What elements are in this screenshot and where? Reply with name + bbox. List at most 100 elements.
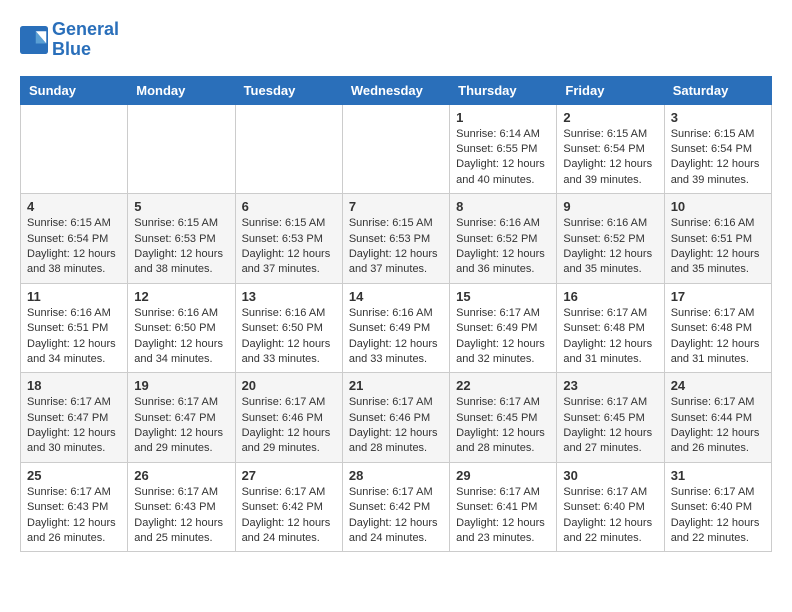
calendar-cell: 28 Sunrise: 6:17 AM Sunset: 6:42 PM Dayli… <box>342 462 449 552</box>
day-number: 28 <box>349 468 443 483</box>
day-number: 16 <box>563 289 657 304</box>
day-info: Sunrise: 6:16 AM Sunset: 6:52 PM Dayligh… <box>563 216 657 278</box>
day-info: Sunrise: 6:15 AM Sunset: 6:54 PM Dayligh… <box>27 216 121 278</box>
day-number: 10 <box>671 199 765 214</box>
calendar-cell: 25 Sunrise: 6:17 AM Sunset: 6:43 PM Dayli… <box>21 462 128 552</box>
day-info: Sunrise: 6:16 AM Sunset: 6:50 PM Dayligh… <box>134 306 228 368</box>
day-number: 4 <box>27 199 121 214</box>
calendar-cell: 13 Sunrise: 6:16 AM Sunset: 6:50 PM Dayli… <box>235 283 342 373</box>
day-info: Sunrise: 6:17 AM Sunset: 6:48 PM Dayligh… <box>671 306 765 368</box>
day-info: Sunrise: 6:15 AM Sunset: 6:53 PM Dayligh… <box>134 216 228 278</box>
day-info: Sunrise: 6:17 AM Sunset: 6:42 PM Dayligh… <box>349 485 443 547</box>
day-number: 19 <box>134 378 228 393</box>
day-number: 8 <box>456 199 550 214</box>
weekday-header-saturday: Saturday <box>664 76 771 104</box>
day-info: Sunrise: 6:17 AM Sunset: 6:48 PM Dayligh… <box>563 306 657 368</box>
day-info: Sunrise: 6:17 AM Sunset: 6:47 PM Dayligh… <box>134 395 228 457</box>
calendar-cell: 30 Sunrise: 6:17 AM Sunset: 6:40 PM Dayli… <box>557 462 664 552</box>
weekday-header-sunday: Sunday <box>21 76 128 104</box>
logo: General Blue <box>20 20 119 60</box>
day-info: Sunrise: 6:17 AM Sunset: 6:47 PM Dayligh… <box>27 395 121 457</box>
day-number: 9 <box>563 199 657 214</box>
day-info: Sunrise: 6:17 AM Sunset: 6:41 PM Dayligh… <box>456 485 550 547</box>
calendar-cell: 10 Sunrise: 6:16 AM Sunset: 6:51 PM Dayli… <box>664 194 771 284</box>
day-info: Sunrise: 6:16 AM Sunset: 6:51 PM Dayligh… <box>27 306 121 368</box>
calendar-table: SundayMondayTuesdayWednesdayThursdayFrid… <box>20 76 772 553</box>
calendar-cell: 18 Sunrise: 6:17 AM Sunset: 6:47 PM Dayli… <box>21 373 128 463</box>
day-number: 5 <box>134 199 228 214</box>
calendar-cell: 15Sunrise: 6:17 AM Sunset: 6:49 PM Dayli… <box>450 283 557 373</box>
calendar-cell <box>21 104 128 194</box>
day-info: Sunrise: 6:17 AM Sunset: 6:40 PM Dayligh… <box>563 485 657 547</box>
day-info: Sunrise: 6:17 AM Sunset: 6:43 PM Dayligh… <box>134 485 228 547</box>
day-info: Sunrise: 6:15 AM Sunset: 6:54 PM Dayligh… <box>671 127 765 189</box>
calendar-cell: 6Sunrise: 6:15 AM Sunset: 6:53 PM Daylig… <box>235 194 342 284</box>
day-number: 2 <box>563 110 657 125</box>
day-info: Sunrise: 6:17 AM Sunset: 6:45 PM Dayligh… <box>456 395 550 457</box>
day-number: 12 <box>134 289 228 304</box>
day-info: Sunrise: 6:14 AM Sunset: 6:55 PM Dayligh… <box>456 127 550 189</box>
day-number: 1 <box>456 110 550 125</box>
weekday-header-tuesday: Tuesday <box>235 76 342 104</box>
calendar-cell: 2 Sunrise: 6:15 AM Sunset: 6:54 PM Daylig… <box>557 104 664 194</box>
day-info: Sunrise: 6:17 AM Sunset: 6:43 PM Dayligh… <box>27 485 121 547</box>
calendar-cell: 21 Sunrise: 6:17 AM Sunset: 6:46 PM Dayli… <box>342 373 449 463</box>
weekday-header-thursday: Thursday <box>450 76 557 104</box>
day-number: 27 <box>242 468 336 483</box>
calendar-cell: 22 Sunrise: 6:17 AM Sunset: 6:45 PM Dayli… <box>450 373 557 463</box>
calendar-cell <box>128 104 235 194</box>
day-info: Sunrise: 6:17 AM Sunset: 6:46 PM Dayligh… <box>242 395 336 457</box>
calendar-cell: 14Sunrise: 6:16 AM Sunset: 6:49 PM Dayli… <box>342 283 449 373</box>
calendar-cell: 3 Sunrise: 6:15 AM Sunset: 6:54 PM Daylig… <box>664 104 771 194</box>
calendar-cell: 20Sunrise: 6:17 AM Sunset: 6:46 PM Dayli… <box>235 373 342 463</box>
day-number: 3 <box>671 110 765 125</box>
day-number: 30 <box>563 468 657 483</box>
calendar-cell: 29 Sunrise: 6:17 AM Sunset: 6:41 PM Dayli… <box>450 462 557 552</box>
day-number: 13 <box>242 289 336 304</box>
calendar-cell: 27 Sunrise: 6:17 AM Sunset: 6:42 PM Dayli… <box>235 462 342 552</box>
day-info: Sunrise: 6:15 AM Sunset: 6:54 PM Dayligh… <box>563 127 657 189</box>
day-info: Sunrise: 6:16 AM Sunset: 6:49 PM Dayligh… <box>349 306 443 368</box>
calendar-cell: 8 Sunrise: 6:16 AM Sunset: 6:52 PM Daylig… <box>450 194 557 284</box>
calendar-cell: 16 Sunrise: 6:17 AM Sunset: 6:48 PM Dayli… <box>557 283 664 373</box>
calendar-cell: 23 Sunrise: 6:17 AM Sunset: 6:45 PM Dayli… <box>557 373 664 463</box>
day-number: 25 <box>27 468 121 483</box>
day-info: Sunrise: 6:17 AM Sunset: 6:45 PM Dayligh… <box>563 395 657 457</box>
page-header: General Blue <box>20 20 772 60</box>
day-info: Sunrise: 6:17 AM Sunset: 6:44 PM Dayligh… <box>671 395 765 457</box>
weekday-header-monday: Monday <box>128 76 235 104</box>
calendar-cell: 1 Sunrise: 6:14 AM Sunset: 6:55 PM Daylig… <box>450 104 557 194</box>
day-number: 11 <box>27 289 121 304</box>
day-number: 15 <box>456 289 550 304</box>
day-info: Sunrise: 6:15 AM Sunset: 6:53 PM Dayligh… <box>242 216 336 278</box>
day-number: 29 <box>456 468 550 483</box>
calendar-cell: 7 Sunrise: 6:15 AM Sunset: 6:53 PM Daylig… <box>342 194 449 284</box>
day-info: Sunrise: 6:17 AM Sunset: 6:46 PM Dayligh… <box>349 395 443 457</box>
day-number: 7 <box>349 199 443 214</box>
calendar-cell: 19 Sunrise: 6:17 AM Sunset: 6:47 PM Dayli… <box>128 373 235 463</box>
day-info: Sunrise: 6:15 AM Sunset: 6:53 PM Dayligh… <box>349 216 443 278</box>
day-info: Sunrise: 6:17 AM Sunset: 6:40 PM Dayligh… <box>671 485 765 547</box>
calendar-cell: 31 Sunrise: 6:17 AM Sunset: 6:40 PM Dayli… <box>664 462 771 552</box>
day-info: Sunrise: 6:16 AM Sunset: 6:51 PM Dayligh… <box>671 216 765 278</box>
day-info: Sunrise: 6:16 AM Sunset: 6:50 PM Dayligh… <box>242 306 336 368</box>
day-info: Sunrise: 6:17 AM Sunset: 6:42 PM Dayligh… <box>242 485 336 547</box>
calendar-cell: 9 Sunrise: 6:16 AM Sunset: 6:52 PM Daylig… <box>557 194 664 284</box>
calendar-cell: 17 Sunrise: 6:17 AM Sunset: 6:48 PM Dayli… <box>664 283 771 373</box>
day-number: 23 <box>563 378 657 393</box>
calendar-cell: 5 Sunrise: 6:15 AM Sunset: 6:53 PM Daylig… <box>128 194 235 284</box>
day-number: 31 <box>671 468 765 483</box>
calendar-cell <box>342 104 449 194</box>
day-number: 17 <box>671 289 765 304</box>
calendar-cell <box>235 104 342 194</box>
day-number: 22 <box>456 378 550 393</box>
day-info: Sunrise: 6:16 AM Sunset: 6:52 PM Dayligh… <box>456 216 550 278</box>
day-number: 18 <box>27 378 121 393</box>
logo-text: General Blue <box>52 20 119 60</box>
day-number: 21 <box>349 378 443 393</box>
day-number: 26 <box>134 468 228 483</box>
calendar-cell: 4 Sunrise: 6:15 AM Sunset: 6:54 PM Daylig… <box>21 194 128 284</box>
weekday-header-friday: Friday <box>557 76 664 104</box>
calendar-cell: 24Sunrise: 6:17 AM Sunset: 6:44 PM Dayli… <box>664 373 771 463</box>
calendar-cell: 26 Sunrise: 6:17 AM Sunset: 6:43 PM Dayli… <box>128 462 235 552</box>
